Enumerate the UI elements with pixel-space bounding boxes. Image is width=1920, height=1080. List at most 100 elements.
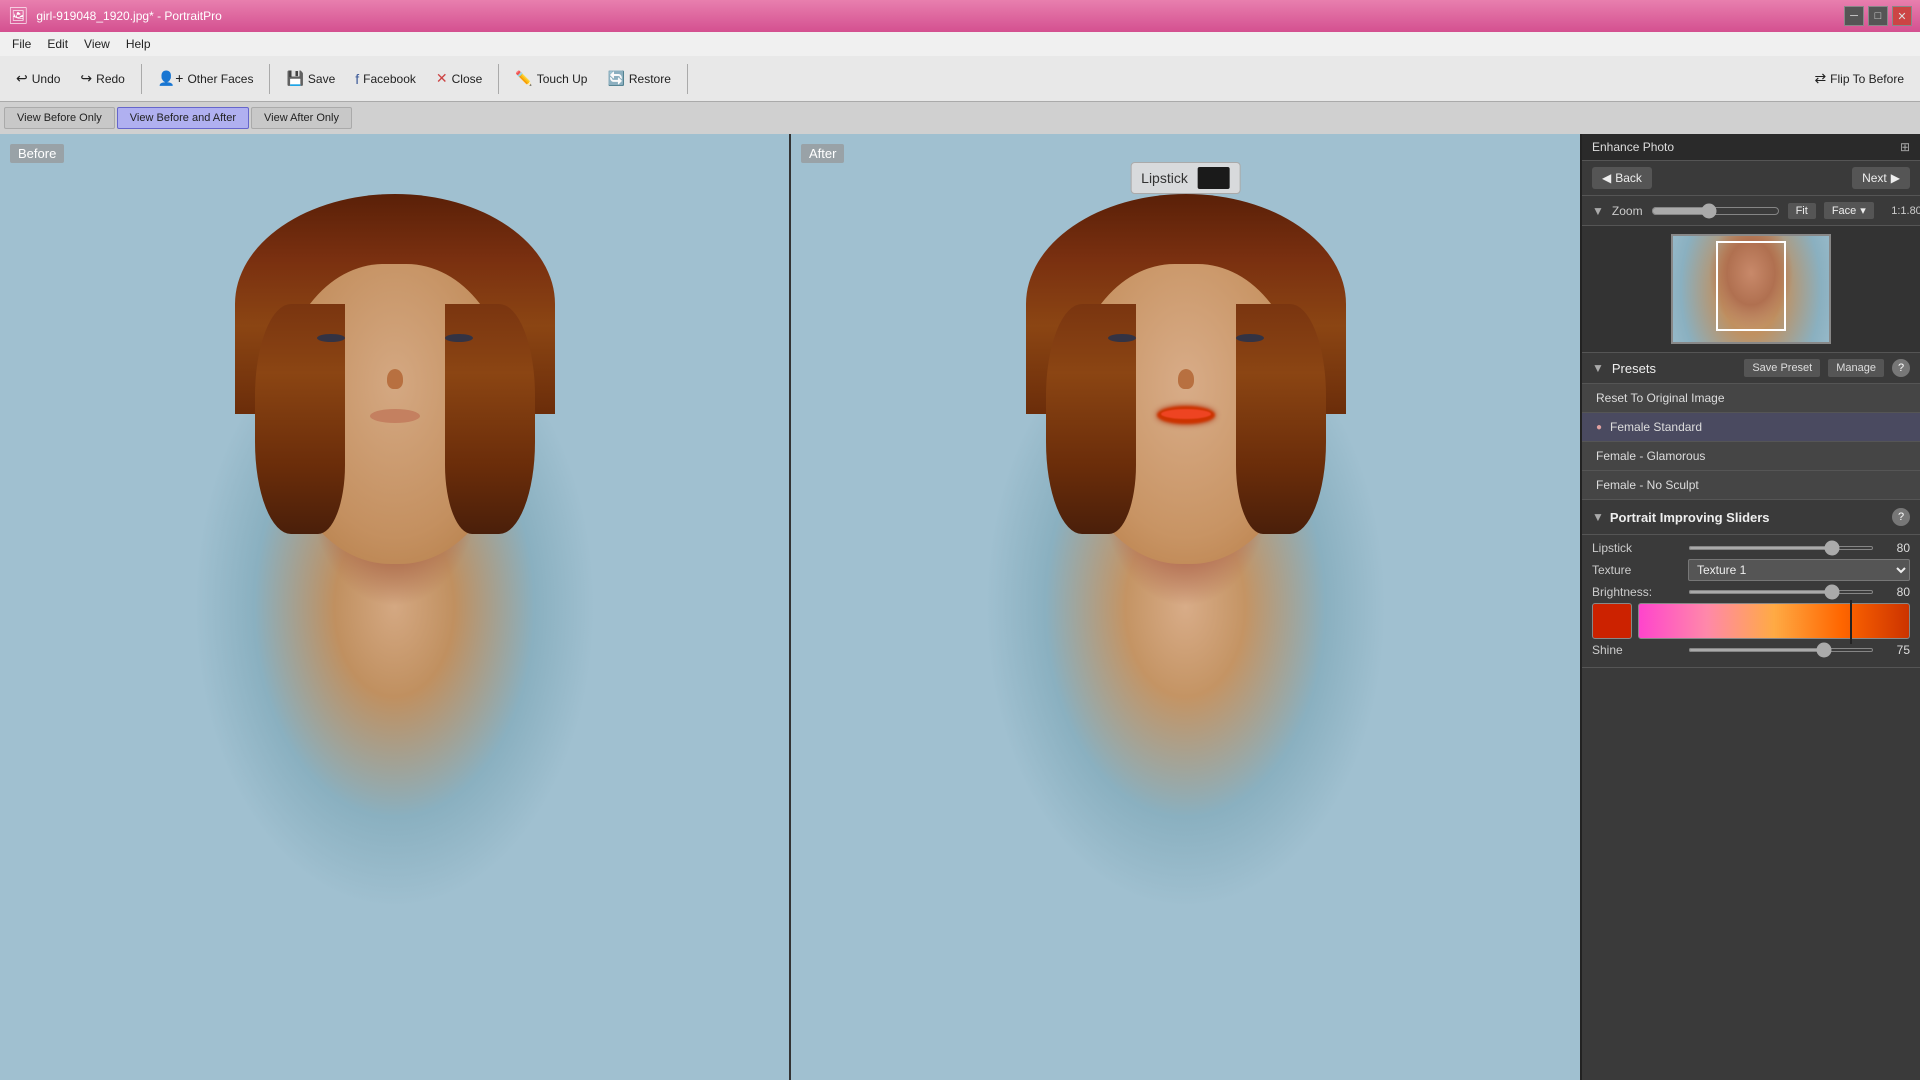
close-window-button[interactable]: ✕ <box>1892 6 1912 26</box>
flip-icon: ⇄ <box>1814 70 1826 87</box>
save-icon: 💾 <box>286 70 303 87</box>
other-faces-icon: 👤+ <box>158 70 184 87</box>
separator-3 <box>498 64 499 94</box>
lipstick-color-swatch[interactable] <box>1198 167 1230 189</box>
zoom-face-dropdown-icon: ▾ <box>1860 204 1866 217</box>
shine-value: 75 <box>1880 643 1910 657</box>
menu-edit[interactable]: Edit <box>39 35 76 53</box>
lipstick-section: Lipstick 80 Texture Texture 1 Texture 2 … <box>1582 535 1920 668</box>
thumbnail-highlight <box>1716 241 1786 331</box>
texture-label: Texture <box>1592 563 1682 577</box>
save-preset-button[interactable]: Save Preset <box>1744 359 1820 377</box>
shine-slider[interactable] <box>1688 648 1874 652</box>
close-x-icon: ✕ <box>436 70 448 87</box>
preset-no-sculpt-label: Female - No Sculpt <box>1596 478 1699 492</box>
before-panel: Before <box>0 134 791 1080</box>
titlebar-title: girl-919048_1920.jpg* - PortraitPro <box>36 9 221 23</box>
presets-label: Presets <box>1612 361 1736 376</box>
separator-4 <box>687 64 688 94</box>
lipstick-slider[interactable] <box>1688 546 1874 550</box>
image-area: Before After <box>0 134 1580 1080</box>
menu-view[interactable]: View <box>76 35 118 53</box>
right-panel: Enhance Photo ⊞ ◀ Back Next ▶ ▼ Zoom Fit… <box>1580 134 1920 1080</box>
color-gradient[interactable] <box>1638 603 1910 639</box>
lipstick-bubble: Lipstick <box>1130 162 1241 194</box>
view-before-only-button[interactable]: View Before Only <box>4 107 115 129</box>
close-button[interactable]: ✕ Close <box>428 66 490 91</box>
minimize-button[interactable]: ─ <box>1844 6 1864 26</box>
app-icon: 🖼 <box>8 6 28 26</box>
facebook-icon: f <box>355 71 359 87</box>
lipstick-slider-label: Lipstick <box>1592 541 1682 555</box>
save-button[interactable]: 💾 Save <box>278 66 343 91</box>
texture-row: Texture Texture 1 Texture 2 Texture 3 <box>1592 559 1910 581</box>
after-panel: After Lipstick <box>791 134 1580 1080</box>
preset-item-glamorous[interactable]: Female - Glamorous <box>1582 442 1920 471</box>
menu-file[interactable]: File <box>4 35 39 53</box>
separator-1 <box>141 64 142 94</box>
next-button[interactable]: Next ▶ <box>1852 167 1910 189</box>
undo-icon: ↩ <box>16 70 28 87</box>
preset-item-female-standard[interactable]: ● Female Standard <box>1582 413 1920 442</box>
after-image <box>791 134 1580 1080</box>
preset-female-standard-label: Female Standard <box>1610 420 1702 434</box>
zoom-slider[interactable] <box>1651 203 1780 219</box>
menu-help[interactable]: Help <box>118 35 159 53</box>
titlebar: 🖼 girl-919048_1920.jpg* - PortraitPro ─ … <box>0 0 1920 32</box>
zoom-collapse-icon[interactable]: ▼ <box>1592 204 1604 218</box>
preset-glamorous-label: Female - Glamorous <box>1596 449 1705 463</box>
maximize-panel-icon[interactable]: ⊞ <box>1900 140 1910 154</box>
lipstick-value: 80 <box>1880 541 1910 555</box>
facebook-button[interactable]: f Facebook <box>347 67 424 91</box>
zoom-value: 1:1.80 <box>1882 205 1920 217</box>
lipstick-slider-row: Lipstick 80 <box>1592 541 1910 555</box>
back-arrow-icon: ◀ <box>1602 171 1611 185</box>
shine-slider-row: Shine 75 <box>1592 643 1910 657</box>
lipstick-bubble-label: Lipstick <box>1141 170 1188 186</box>
brightness-value: 80 <box>1880 585 1910 599</box>
touch-up-button[interactable]: ✏️ Touch Up <box>507 66 595 91</box>
sliders-collapse-icon[interactable]: ▼ <box>1592 510 1604 524</box>
color-cursor[interactable] <box>1850 600 1852 644</box>
flip-to-before-button[interactable]: ⇄ Flip To Before <box>1806 66 1912 91</box>
menubar: File Edit View Help <box>0 32 1920 56</box>
other-faces-button[interactable]: 👤+ Other Faces <box>150 66 262 91</box>
main-area: Before After <box>0 134 1920 1080</box>
after-label: After <box>801 144 844 163</box>
sliders-help-button[interactable]: ? <box>1892 508 1910 526</box>
preset-item-reset[interactable]: Reset To Original Image <box>1582 384 1920 413</box>
texture-dropdown[interactable]: Texture 1 Texture 2 Texture 3 <box>1688 559 1910 581</box>
shine-slider-label: Shine <box>1592 643 1682 657</box>
presets-help-button[interactable]: ? <box>1892 359 1910 377</box>
preset-item-no-sculpt[interactable]: Female - No Sculpt <box>1582 471 1920 500</box>
enhance-title: Enhance Photo <box>1592 140 1674 154</box>
redo-button[interactable]: ↪ Redo <box>72 66 132 91</box>
before-label: Before <box>10 144 64 163</box>
view-after-only-button[interactable]: View After Only <box>251 107 352 129</box>
undo-button[interactable]: ↩ Undo <box>8 66 68 91</box>
sliders-header: ▼ Portrait Improving Sliders ? <box>1582 500 1920 535</box>
back-button[interactable]: ◀ Back <box>1592 167 1652 189</box>
thumbnail-frame <box>1671 234 1831 344</box>
view-toggle-bar: View Before Only View Before and After V… <box>0 102 1920 134</box>
redo-icon: ↪ <box>80 70 92 87</box>
preset-reset-label: Reset To Original Image <box>1596 391 1725 405</box>
zoom-fit-button[interactable]: Fit <box>1788 203 1816 219</box>
color-bar-container <box>1592 603 1910 639</box>
presets-collapse-icon[interactable]: ▼ <box>1592 361 1604 375</box>
manage-presets-button[interactable]: Manage <box>1828 359 1884 377</box>
separator-2 <box>269 64 270 94</box>
nav-row: ◀ Back Next ▶ <box>1582 161 1920 196</box>
enhance-header: Enhance Photo ⊞ <box>1582 134 1920 161</box>
brightness-slider[interactable] <box>1688 590 1874 594</box>
restore-button[interactable]: 🔄 Restore <box>599 66 678 91</box>
thumbnail-area <box>1582 226 1920 353</box>
next-arrow-icon: ▶ <box>1891 171 1900 185</box>
touch-up-icon: ✏️ <box>515 70 532 87</box>
view-before-and-after-button[interactable]: View Before and After <box>117 107 249 129</box>
color-swatch[interactable] <box>1592 603 1632 639</box>
maximize-button[interactable]: □ <box>1868 6 1888 26</box>
brightness-slider-label: Brightness: <box>1592 585 1682 599</box>
zoom-label: Zoom <box>1612 204 1643 218</box>
zoom-face-button[interactable]: Face ▾ <box>1824 202 1874 219</box>
